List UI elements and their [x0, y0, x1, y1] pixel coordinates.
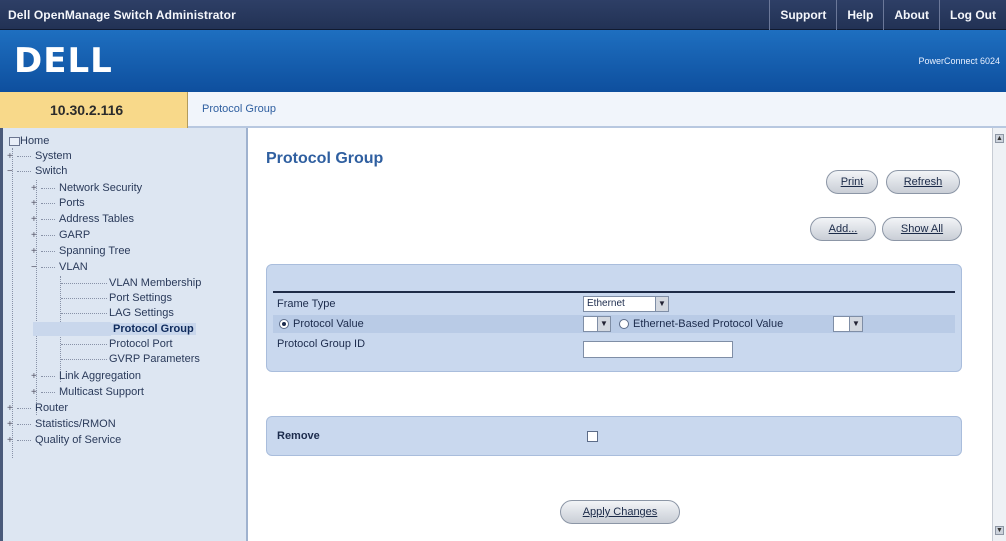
frame-type-select[interactable]: Ethernet ▼: [583, 296, 669, 312]
frame-type-label: Frame Type: [277, 298, 336, 310]
tree-home[interactable]: Home: [9, 134, 49, 148]
expand-icon[interactable]: +: [7, 150, 17, 164]
main-content: Protocol Group Print Refresh Add... Show…: [250, 128, 992, 541]
protocol-group-form: Frame Type Ethernet ▼ Protocol Value ▼ E…: [266, 264, 962, 372]
protocol-group-id-input[interactable]: [583, 341, 733, 358]
apply-changes-button[interactable]: Apply Changes: [560, 500, 680, 524]
expand-icon[interactable]: +: [7, 418, 17, 432]
tree-vlan-membership[interactable]: VLAN Membership: [61, 276, 201, 290]
breadcrumb[interactable]: Protocol Group: [202, 103, 276, 115]
scroll-down-icon[interactable]: ▼: [995, 526, 1004, 535]
protocol-group-id-label: Protocol Group ID: [277, 338, 366, 350]
refresh-button[interactable]: Refresh: [886, 170, 960, 194]
expand-icon[interactable]: +: [31, 197, 41, 211]
expand-icon[interactable]: +: [31, 182, 41, 196]
expand-icon[interactable]: +: [31, 213, 41, 227]
tree-gvrp-parameters[interactable]: GVRP Parameters: [61, 352, 200, 366]
brand-bar: DELL PowerConnect 6024: [0, 30, 1006, 92]
add-button[interactable]: Add...: [810, 217, 876, 241]
remove-checkbox[interactable]: [587, 431, 598, 442]
chevron-down-icon: ▼: [849, 316, 863, 332]
top-nav: Support Help About Log Out: [769, 0, 1006, 30]
support-link[interactable]: Support: [769, 0, 836, 30]
dell-logo: DELL: [14, 41, 113, 81]
tree-multicast-support[interactable]: + Multicast Support: [31, 385, 144, 399]
tree-garp[interactable]: + GARP: [31, 228, 90, 242]
remove-row: Remove: [273, 427, 955, 445]
help-link[interactable]: Help: [836, 0, 883, 30]
sidebar-tree: Home + System − Switch + Network Security +…: [0, 128, 248, 541]
show-all-button[interactable]: Show All: [882, 217, 962, 241]
tree-link-aggregation[interactable]: + Link Aggregation: [31, 369, 141, 383]
tree-switch[interactable]: − Switch: [7, 164, 67, 178]
tree-protocol-group[interactable]: Protocol Group: [33, 322, 223, 336]
remove-panel: Remove: [266, 416, 962, 456]
tree-address-tables[interactable]: + Address Tables: [31, 212, 134, 226]
app-title: Dell OpenManage Switch Administrator: [8, 8, 236, 22]
expand-icon[interactable]: +: [7, 402, 17, 416]
tree-ports[interactable]: + Ports: [31, 196, 85, 210]
ethernet-based-label: Ethernet-Based Protocol Value: [633, 318, 784, 330]
tree-router[interactable]: + Router: [7, 401, 68, 415]
expand-icon[interactable]: +: [31, 245, 41, 259]
expand-icon[interactable]: +: [31, 229, 41, 243]
chevron-down-icon: ▼: [597, 316, 611, 332]
tree-spanning-tree[interactable]: + Spanning Tree: [31, 244, 131, 258]
protocol-value-select[interactable]: ▼: [583, 316, 611, 332]
tree-network-security[interactable]: + Network Security: [31, 181, 142, 195]
tree-lag-settings[interactable]: LAG Settings: [61, 306, 174, 320]
collapse-icon[interactable]: −: [31, 261, 41, 275]
model-name: PowerConnect 6024: [918, 56, 1000, 66]
vertical-scrollbar[interactable]: ▲ ▼: [992, 128, 1006, 541]
collapse-icon[interactable]: −: [7, 165, 17, 179]
about-link[interactable]: About: [883, 0, 939, 30]
address-row: 10.30.2.116 Protocol Group: [0, 92, 1006, 128]
panel-divider: [273, 291, 955, 293]
tree-system[interactable]: + System: [7, 149, 72, 163]
chevron-down-icon: ▼: [655, 296, 669, 312]
ethernet-based-select[interactable]: ▼: [833, 316, 863, 332]
ethernet-based-radio[interactable]: [619, 319, 629, 329]
logout-link[interactable]: Log Out: [939, 0, 1006, 30]
tree-vlan[interactable]: − VLAN: [31, 260, 88, 274]
expand-icon[interactable]: +: [31, 370, 41, 384]
tree-protocol-port[interactable]: Protocol Port: [61, 337, 173, 351]
page-title: Protocol Group: [266, 150, 384, 167]
protocol-value-label: Protocol Value: [293, 318, 364, 330]
title-bar: Dell OpenManage Switch Administrator Sup…: [0, 0, 1006, 30]
tree-quality-of-service[interactable]: + Quality of Service: [7, 433, 121, 447]
tree-statistics-rmon[interactable]: + Statistics/RMON: [7, 417, 116, 431]
remove-label: Remove: [277, 430, 320, 442]
print-button[interactable]: Print: [826, 170, 878, 194]
device-ip: 10.30.2.116: [0, 92, 188, 128]
protocol-value-radio[interactable]: [279, 319, 289, 329]
expand-icon[interactable]: +: [7, 434, 17, 448]
home-icon: [9, 136, 20, 146]
tree-port-settings[interactable]: Port Settings: [61, 291, 172, 305]
scroll-up-icon[interactable]: ▲: [995, 134, 1004, 143]
expand-icon[interactable]: +: [31, 386, 41, 400]
